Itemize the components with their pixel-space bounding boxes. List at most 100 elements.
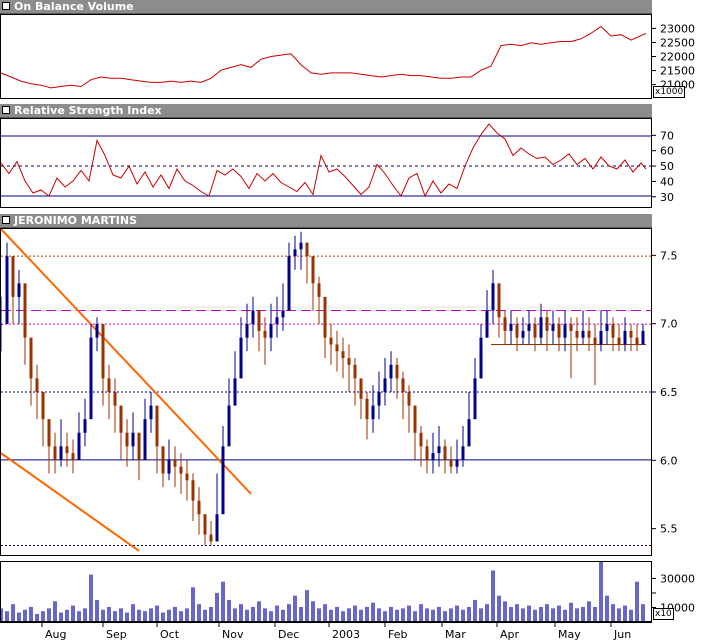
- price-candle-body: [125, 432, 129, 447]
- volume-bar: [491, 570, 495, 621]
- volume-bar: [89, 574, 93, 621]
- price-candle-body: [599, 330, 603, 345]
- volume-bar: [545, 604, 549, 621]
- price-plot: [0, 228, 651, 552]
- trendline: [0, 452, 140, 552]
- volume-bar: [467, 606, 471, 621]
- volume-bar: [167, 609, 171, 621]
- volume-bar: [311, 601, 315, 621]
- x-tick-label: Mar: [445, 628, 466, 641]
- price-candle-body: [641, 330, 645, 345]
- volume-bar: [587, 601, 591, 621]
- price-candle-body: [287, 256, 291, 311]
- volume-bar: [425, 608, 429, 621]
- obv-titlebar[interactable]: On Balance Volume: [0, 0, 652, 14]
- price-candle-body: [173, 459, 177, 467]
- price-candle-body: [575, 330, 579, 338]
- volume-bar: [275, 605, 279, 621]
- rsi-titlebar[interactable]: Relative Strength Index: [0, 104, 652, 118]
- price-candle-body: [521, 330, 525, 338]
- rsi-title: Relative Strength Index: [14, 104, 162, 117]
- volume-bar: [623, 605, 627, 621]
- volume-bar: [41, 611, 45, 621]
- trendline: [0, 228, 252, 495]
- panel-close-icon[interactable]: [2, 2, 10, 10]
- price-candle-body: [5, 256, 9, 325]
- price-candle-body: [197, 500, 201, 515]
- price-candle-body: [449, 459, 453, 467]
- panel-close-icon[interactable]: [2, 106, 10, 114]
- price-candle-body: [269, 324, 273, 338]
- volume-bar: [149, 608, 153, 621]
- volume-bar: [5, 611, 9, 621]
- x-tick-label: Aug: [45, 628, 66, 641]
- volume-bar: [521, 608, 525, 621]
- price-titlebar[interactable]: JERONIMO MARTINS: [0, 214, 652, 228]
- price-candle-body: [569, 324, 573, 331]
- price-candle-body: [137, 432, 141, 460]
- volume-bar: [239, 604, 243, 621]
- volume-bar: [353, 605, 357, 621]
- price-candle-body: [143, 419, 147, 460]
- volume-bar: [179, 611, 183, 621]
- x-tick-label: Oct: [160, 628, 180, 641]
- volume-bar: [539, 606, 543, 621]
- price-candle-body: [329, 337, 333, 345]
- volume-bar: [581, 606, 585, 621]
- volume-bar: [323, 604, 327, 621]
- price-candle-body: [77, 432, 81, 460]
- obv-panel: [0, 14, 652, 99]
- price-candle-body: [473, 378, 477, 420]
- price-candle-body: [293, 249, 297, 257]
- price-candle-body: [437, 446, 441, 454]
- volume-bar: [455, 605, 459, 621]
- price-candle-body: [221, 446, 225, 515]
- y-tick-label: 30: [660, 191, 674, 204]
- panel-close-icon[interactable]: [2, 216, 10, 224]
- price-candle-body: [107, 378, 111, 392]
- x-tick-label: May: [558, 628, 581, 641]
- volume-bar: [617, 608, 621, 621]
- volume-bar: [551, 608, 555, 621]
- price-candle-body: [605, 324, 609, 331]
- volume-bar: [161, 612, 165, 621]
- volume-bar: [335, 606, 339, 621]
- price-candle-body: [101, 324, 105, 379]
- volume-bar: [593, 606, 597, 621]
- price-candle-body: [245, 324, 249, 338]
- price-candle-body: [53, 446, 57, 460]
- price-candle-body: [581, 330, 585, 338]
- volume-bar: [137, 609, 141, 621]
- volume-bar: [29, 606, 33, 621]
- price-candle-body: [281, 310, 285, 318]
- price-candle-body: [155, 405, 159, 447]
- price-candle-body: [305, 242, 309, 257]
- series-line: [0, 123, 647, 198]
- price-candle-body: [167, 459, 171, 474]
- volume-multiplier: x10: [653, 608, 674, 620]
- y-tick-label: 7.0: [660, 318, 678, 331]
- y-tick-label: 40: [660, 175, 674, 188]
- volume-bar: [77, 611, 81, 621]
- price-candle-body: [527, 324, 531, 331]
- volume-bar: [533, 609, 537, 621]
- price-candle-body: [551, 324, 555, 331]
- volume-bar: [209, 606, 213, 621]
- volume-bar: [563, 609, 567, 621]
- volume-bar: [299, 606, 303, 621]
- price-candle-body: [419, 432, 423, 447]
- price-candle-body: [383, 378, 387, 392]
- price-candle-body: [59, 446, 63, 460]
- price-candle-body: [215, 514, 219, 542]
- volume-bar: [305, 590, 309, 621]
- y-tick-label: 6.0: [660, 454, 678, 467]
- volume-bar: [71, 605, 75, 621]
- volume-bar: [245, 609, 249, 621]
- price-candle-body: [395, 364, 399, 379]
- volume-bar: [389, 606, 393, 621]
- volume-bar: [497, 595, 501, 621]
- price-candle-body: [461, 446, 465, 460]
- volume-bar: [485, 604, 489, 621]
- price-candle-body: [341, 351, 345, 359]
- volume-bar: [413, 611, 417, 621]
